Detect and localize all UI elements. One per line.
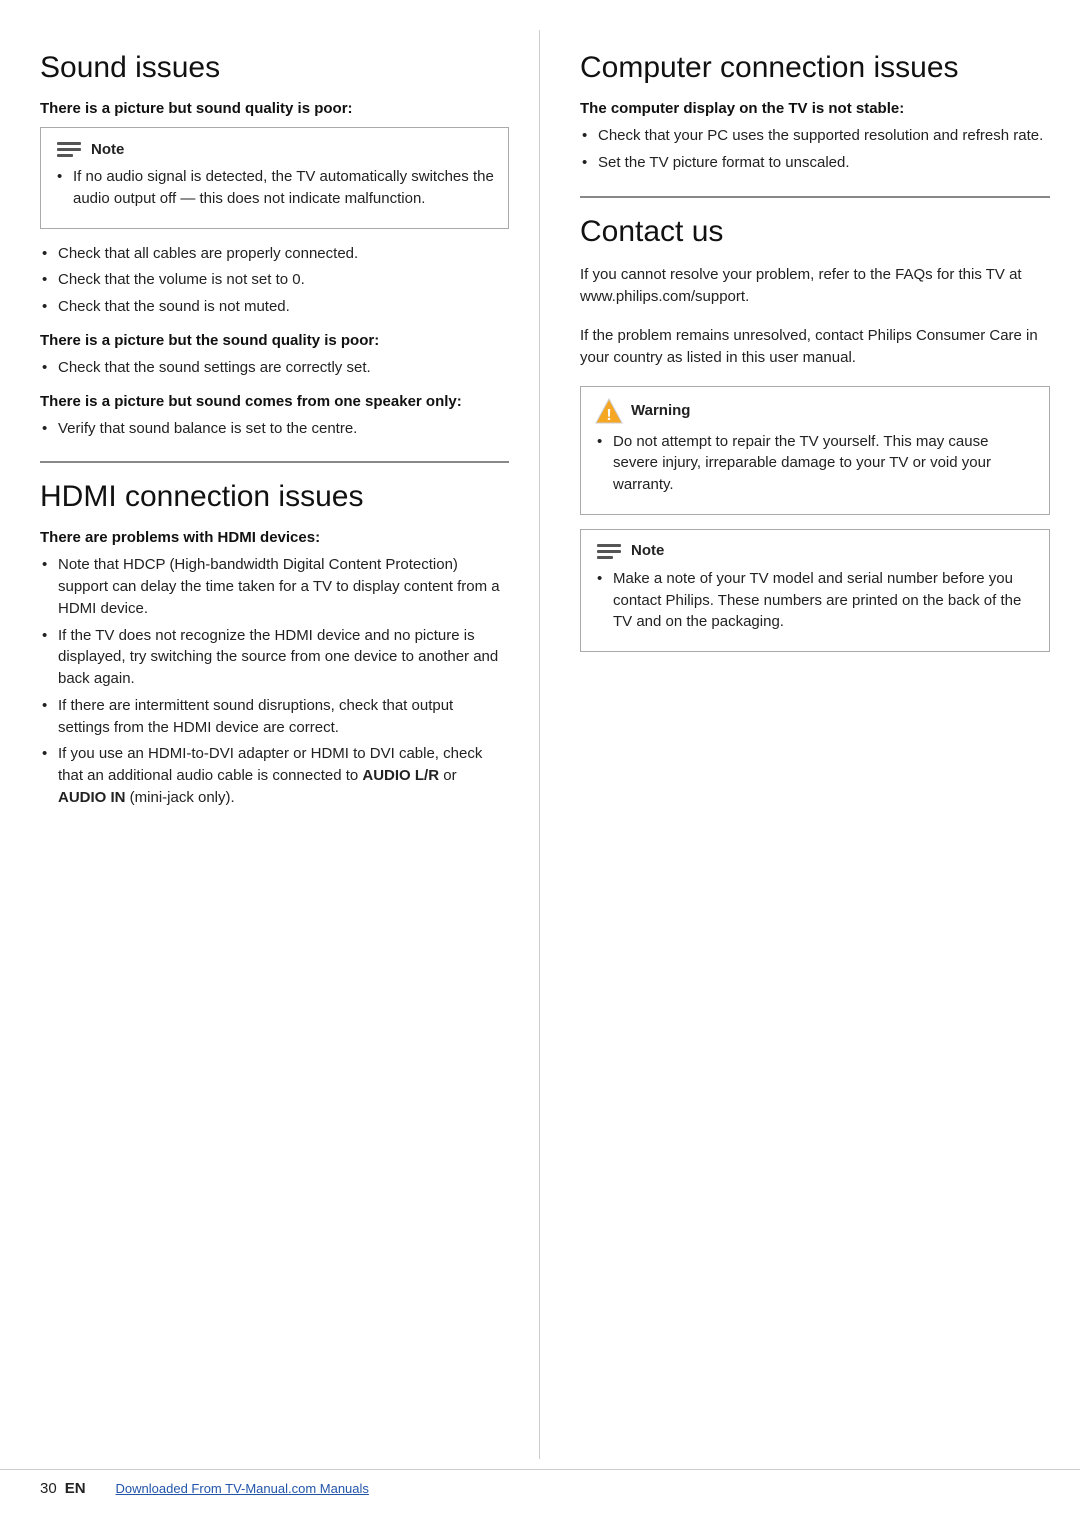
hdmi-sub1: There are problems with HDMI devices:: [40, 529, 509, 546]
sound-bullets3: Verify that sound balance is set to the …: [40, 418, 509, 440]
sound-note-list: If no audio signal is detected, the TV a…: [55, 166, 494, 210]
audio-in-label: AUDIO IN: [58, 789, 126, 806]
contact-note-label: Note: [631, 542, 664, 559]
hdmi-bullet-2: If there are intermittent sound disrupti…: [40, 695, 509, 739]
main-columns: Sound issues There is a picture but soun…: [0, 30, 1080, 1459]
sound-note-label: Note: [91, 141, 124, 158]
hdmi-bullet-3: If you use an HDMI-to-DVI adapter or HDM…: [40, 743, 509, 808]
computer-bullets: Check that your PC uses the supported re…: [580, 125, 1050, 174]
contact-note-header: Note: [595, 540, 1035, 562]
divider-contact: [580, 196, 1050, 198]
footer-download-link[interactable]: Downloaded From TV-Manual.com Manuals: [116, 1481, 369, 1496]
audio-lr-label: AUDIO L/R: [362, 767, 439, 784]
sound-note-header: Note: [55, 138, 494, 160]
contact-note-icon: [595, 540, 623, 562]
footer: 30 EN Downloaded From TV-Manual.com Manu…: [0, 1469, 1080, 1507]
sound-bullet2-0: Check that the sound settings are correc…: [40, 357, 509, 379]
sound-bullet1-1: Check that the volume is not set to 0.: [40, 269, 509, 291]
note-icon: [55, 138, 83, 160]
contact-para2: If the problem remains unresolved, conta…: [580, 325, 1050, 370]
computer-title: Computer connection issues: [580, 50, 1050, 86]
sound-bullet1-0: Check that all cables are properly conne…: [40, 243, 509, 265]
footer-page-number: 30: [40, 1480, 57, 1497]
hdmi-title: HDMI connection issues: [40, 479, 509, 515]
svg-text:!: !: [606, 407, 611, 424]
left-column: Sound issues There is a picture but soun…: [0, 30, 540, 1459]
warning-icon: !: [595, 397, 623, 425]
warning-box: ! Warning Do not attempt to repair the T…: [580, 386, 1050, 515]
hdmi-bullets: Note that HDCP (High-bandwidth Digital C…: [40, 554, 509, 808]
sound-sub3: There is a picture but sound comes from …: [40, 393, 509, 410]
computer-bullet-0: Check that your PC uses the supported re…: [580, 125, 1050, 147]
hdmi-bullet-0: Note that HDCP (High-bandwidth Digital C…: [40, 554, 509, 619]
warning-header: ! Warning: [595, 397, 1035, 425]
footer-language: EN: [65, 1480, 86, 1497]
divider-hdmi: [40, 461, 509, 463]
sound-bullet1-2: Check that the sound is not muted.: [40, 296, 509, 318]
sound-issues-title: Sound issues: [40, 50, 509, 86]
warning-label: Warning: [631, 402, 690, 419]
sound-bullets2: Check that the sound settings are correc…: [40, 357, 509, 379]
warning-item: Do not attempt to repair the TV yourself…: [595, 431, 1035, 496]
hdmi-bullet-1: If the TV does not recognize the HDMI de…: [40, 625, 509, 690]
right-column: Computer connection issues The computer …: [540, 30, 1080, 1459]
contact-title: Contact us: [580, 214, 1050, 250]
computer-sub1: The computer display on the TV is not st…: [580, 100, 1050, 117]
sound-sub2: There is a picture but the sound quality…: [40, 332, 509, 349]
sound-bullet3-0: Verify that sound balance is set to the …: [40, 418, 509, 440]
computer-bullet-1: Set the TV picture format to unscaled.: [580, 152, 1050, 174]
page: Sound issues There is a picture but soun…: [0, 0, 1080, 1527]
contact-note-list: Make a note of your TV model and serial …: [595, 568, 1035, 633]
contact-para1: If you cannot resolve your problem, refe…: [580, 264, 1050, 309]
sound-bullets1: Check that all cables are properly conne…: [40, 243, 509, 318]
contact-note-item: Make a note of your TV model and serial …: [595, 568, 1035, 633]
warning-list: Do not attempt to repair the TV yourself…: [595, 431, 1035, 496]
sound-note-box: Note If no audio signal is detected, the…: [40, 127, 509, 229]
sound-note-item: If no audio signal is detected, the TV a…: [55, 166, 494, 210]
sound-sub1: There is a picture but sound quality is …: [40, 100, 509, 117]
contact-note-box: Note Make a note of your TV model and se…: [580, 529, 1050, 652]
